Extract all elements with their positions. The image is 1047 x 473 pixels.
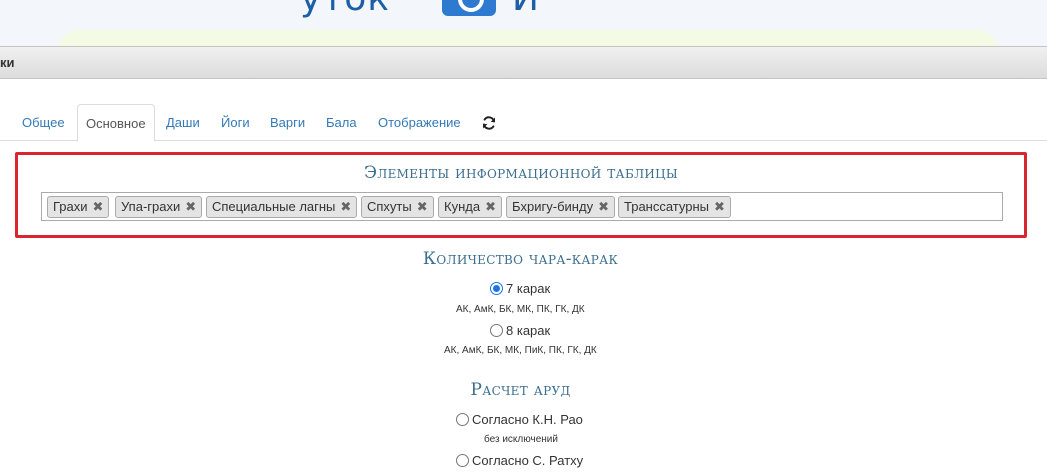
tag-bhrigu-bindu[interactable]: Бхригу-бинду ✖ <box>506 196 615 218</box>
radio-button[interactable] <box>456 454 469 467</box>
refresh-icon[interactable] <box>481 115 497 131</box>
radio-label: 7 карак <box>506 281 551 296</box>
tag-special-lagnas[interactable]: Специальные лагны ✖ <box>206 196 358 218</box>
tab-dashas[interactable]: Даши <box>158 104 208 141</box>
remove-tag-icon[interactable]: ✖ <box>714 197 725 217</box>
info-table-heading: Элементы информационной таблицы <box>363 163 679 183</box>
dialog-title: ки <box>0 55 15 70</box>
radio-button-checked[interactable] <box>490 282 503 295</box>
tag-transsaturnians[interactable]: Транссатурны ✖ <box>618 196 731 218</box>
tag-upa-grahi[interactable]: Упа-грахи ✖ <box>115 196 203 218</box>
dialog-titlebar[interactable]: ки <box>0 46 1047 79</box>
radio-button[interactable] <box>456 413 469 426</box>
info-table-section: Элементы информационной таблицы Грахи ✖ У… <box>15 152 1027 238</box>
settings-tabs: - Общее Основное Даши Йоги Варги Бала От… <box>0 104 1047 142</box>
remove-tag-icon[interactable]: ✖ <box>185 197 196 217</box>
remove-tag-icon[interactable]: ✖ <box>417 197 428 217</box>
radio-label: Согласно С. Ратху <box>472 453 584 468</box>
banner-background <box>58 30 998 46</box>
brand-logo-icon <box>442 0 496 16</box>
radio-7-karakas[interactable]: 7 карак <box>490 281 550 296</box>
tab-basic[interactable]: Основное <box>77 104 155 142</box>
chara-karaka-heading: Количество чара-карак <box>422 249 619 269</box>
remove-tag-icon[interactable]: ✖ <box>485 197 496 217</box>
tab-display[interactable]: Отображение <box>370 104 469 141</box>
tag-kunda[interactable]: Кунда ✖ <box>438 196 502 218</box>
brand-text-right: И <box>512 0 540 19</box>
radio-label: Согласно К.Н. Рао <box>472 412 583 427</box>
tab-yogas[interactable]: Йоги <box>213 104 258 141</box>
radio-hint: без исключений <box>484 434 558 445</box>
remove-tag-icon[interactable]: ✖ <box>93 197 104 217</box>
remove-tag-icon[interactable]: ✖ <box>598 197 609 217</box>
radio-s-rath[interactable]: Согласно С. Ратху <box>456 453 583 468</box>
radio-label: 8 карак <box>506 323 551 338</box>
tab-bala[interactable]: Бала <box>318 104 365 141</box>
radio-hint: АК, АмК, БК, МК, ПК, ГК, ДК <box>456 304 585 315</box>
tag-sphutas[interactable]: Спхуты ✖ <box>361 196 434 218</box>
radio-button[interactable] <box>490 324 503 337</box>
site-banner: уток И <box>0 0 1047 46</box>
arudha-heading: Расчет аруд <box>470 380 571 400</box>
radio-8-karakas[interactable]: 8 карак <box>490 323 550 338</box>
tab-vargas[interactable]: Варги <box>262 104 313 141</box>
remove-tag-icon[interactable]: ✖ <box>340 197 351 217</box>
info-table-tags-input[interactable]: Грахи ✖ Упа-грахи ✖ Специальные лагны ✖ Спх… <box>41 192 1003 221</box>
radio-kn-rao[interactable]: Согласно К.Н. Рао <box>456 412 583 427</box>
radio-hint: АК, АмК, БК, МК, ПиК, ПК, ГК, ДК <box>444 345 597 356</box>
tag-grahi[interactable]: Грахи ✖ <box>47 196 110 218</box>
brand-text-left: уток <box>300 0 390 19</box>
tab-general[interactable]: Общее <box>14 104 73 141</box>
